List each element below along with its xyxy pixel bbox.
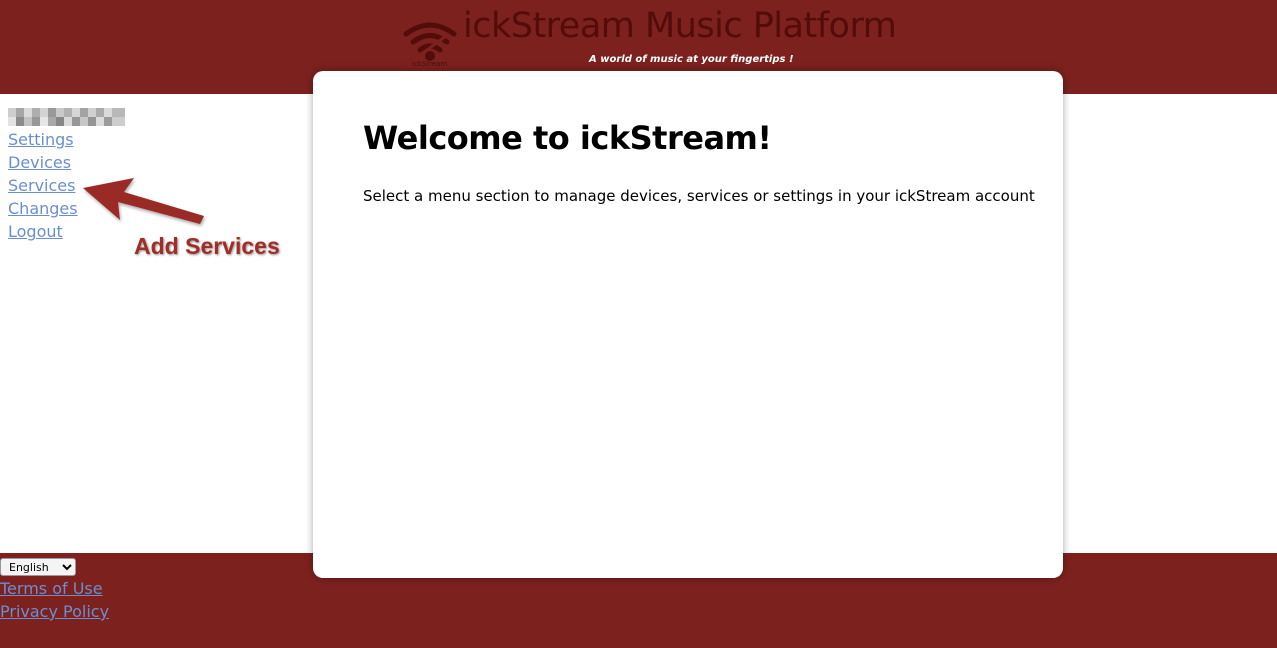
footer-item-terms: Terms of Use (0, 577, 109, 600)
site-tagline: A world of music at your fingertips ! (589, 54, 794, 65)
sidebar-nav: Settings Devices Services Changes Logout (8, 128, 78, 243)
sidebar-item-services: Services (8, 174, 78, 197)
terms-of-use-link[interactable]: Terms of Use (0, 579, 103, 598)
footer-item-privacy: Privacy Policy (0, 600, 109, 623)
site-title: ickStream Music Platform (463, 6, 897, 46)
sidebar-item-devices: Devices (8, 151, 78, 174)
settings-link[interactable]: Settings (8, 130, 74, 149)
logout-link[interactable]: Logout (8, 222, 63, 241)
welcome-text: Select a menu section to manage devices,… (363, 187, 1035, 205)
logo-caption: ickStream (412, 60, 448, 68)
footer-links: Terms of Use Privacy Policy (0, 577, 109, 623)
sidebar-item-settings: Settings (8, 128, 78, 151)
sidebar-item-logout: Logout (8, 220, 78, 243)
sidebar-item-changes: Changes (8, 197, 78, 220)
page: ickStream ickStream Music Platform A wor… (0, 0, 1277, 648)
devices-link[interactable]: Devices (8, 153, 71, 172)
welcome-heading: Welcome to ickStream! (363, 119, 772, 157)
user-name-redacted (8, 108, 125, 126)
privacy-policy-link[interactable]: Privacy Policy (0, 602, 109, 621)
changes-link[interactable]: Changes (8, 199, 78, 218)
content-card: Welcome to ickStream! Select a menu sect… (313, 71, 1063, 578)
annotation-label: Add Services (134, 233, 280, 259)
language-select[interactable]: English (0, 558, 76, 576)
services-link[interactable]: Services (8, 176, 75, 195)
arrow-icon (83, 178, 204, 224)
